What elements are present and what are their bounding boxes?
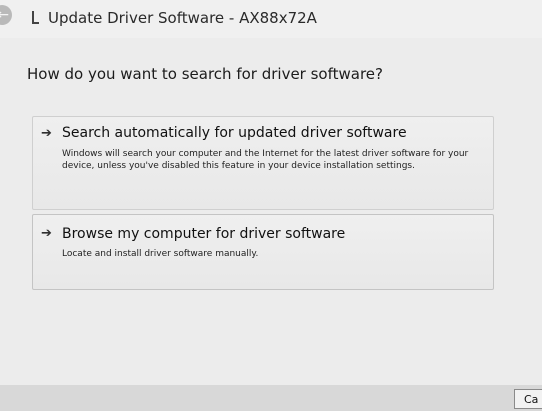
- arrow-right-icon: ➔: [41, 226, 52, 241]
- arrow-right-icon: ➔: [41, 126, 52, 141]
- option-description: Windows will search your computer and th…: [62, 149, 469, 171]
- option-title: Browse my computer for driver software: [62, 226, 346, 242]
- back-arrow-icon: ←: [0, 7, 9, 23]
- option-title: Search automatically for updated driver …: [62, 125, 407, 141]
- dialog-content: How do you want to search for driver sof…: [0, 38, 542, 385]
- search-automatically-option[interactable]: ➔ Search automatically for updated drive…: [32, 116, 494, 210]
- driver-icon: [32, 11, 39, 24]
- window-title: Update Driver Software - AX88x72A: [48, 9, 317, 27]
- page-heading: How do you want to search for driver sof…: [27, 65, 383, 83]
- browse-computer-option[interactable]: ➔ Browse my computer for driver software…: [32, 214, 494, 290]
- title-bar: ← Update Driver Software - AX88x72A: [0, 0, 542, 38]
- option-description: Locate and install driver software manua…: [62, 249, 259, 259]
- dialog-footer: Ca: [0, 385, 542, 411]
- cancel-button[interactable]: Ca: [514, 389, 542, 409]
- back-button[interactable]: ←: [0, 5, 12, 25]
